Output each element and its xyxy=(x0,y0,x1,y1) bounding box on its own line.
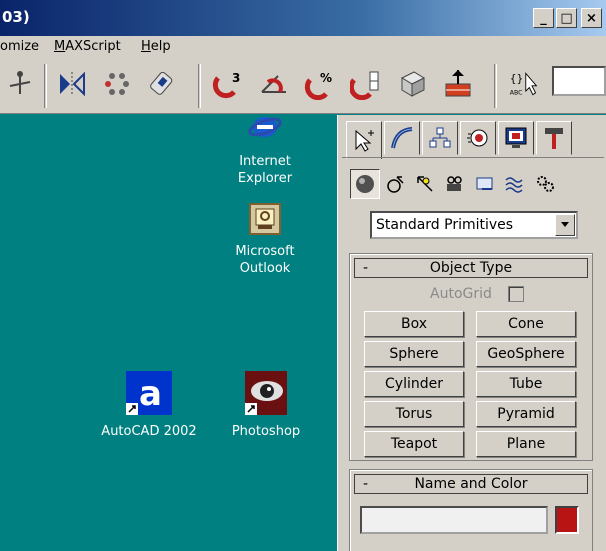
desktop-icon-label: Explorer xyxy=(237,171,293,186)
gears-icon xyxy=(537,176,554,192)
tab-display[interactable] xyxy=(498,121,534,155)
spacewarps-category-button[interactable] xyxy=(500,169,530,199)
display-icon xyxy=(505,127,527,148)
window-title: 03) xyxy=(2,8,30,26)
rollout-title: Object Type xyxy=(429,260,513,276)
name-and-color-rollout: - Name and Color xyxy=(349,469,593,551)
desktop-icon-label: Photoshop xyxy=(231,424,301,439)
snap-3d-icon[interactable]: 3 xyxy=(212,68,244,100)
desktop-icon-autocad[interactable]: a AutoCAD 2002 xyxy=(94,371,204,440)
chevron-down-icon xyxy=(561,222,569,227)
angle-snap-icon[interactable] xyxy=(258,68,290,100)
desktop-icon-label: Internet xyxy=(239,154,291,169)
object-type-header[interactable]: - Object Type xyxy=(354,258,588,278)
align-icon[interactable] xyxy=(146,68,178,100)
torus-button[interactable]: Torus xyxy=(364,401,464,427)
axis-constraint-icon[interactable] xyxy=(4,68,36,100)
light-icon xyxy=(417,176,433,192)
object-color-swatch[interactable] xyxy=(555,506,579,534)
lights-category-button[interactable] xyxy=(410,169,440,199)
internet-explorer-icon xyxy=(248,117,282,137)
cone-button[interactable]: Cone xyxy=(476,311,576,337)
spinner-snap-icon[interactable] xyxy=(350,68,382,100)
motion-icon xyxy=(467,129,488,147)
mirror-selection-icon[interactable] xyxy=(442,68,474,100)
desktop-icon-outlook[interactable]: Microsoft Outlook xyxy=(230,203,300,277)
desktop-icon-label: Outlook xyxy=(239,261,291,276)
autocad-icon: a xyxy=(126,371,172,415)
rollout-title: Name and Color xyxy=(414,476,528,492)
desktop-icon-label: AutoCAD 2002 xyxy=(101,424,197,439)
text-cursor-icon[interactable]: {} ABC xyxy=(508,68,540,100)
desktop-icon-label: Microsoft xyxy=(235,244,295,259)
toolbar-separator xyxy=(44,64,47,108)
cylinder-button[interactable]: Cylinder xyxy=(364,371,464,397)
close-button[interactable]: × xyxy=(581,8,602,28)
named-selection-icon[interactable] xyxy=(396,68,428,100)
spacewarp-icon xyxy=(505,177,523,193)
autogrid-checkbox[interactable] xyxy=(508,286,524,302)
window-controls: _ □ × xyxy=(533,8,602,28)
dropdown-value: Standard Primitives xyxy=(376,217,514,233)
svg-text:%: % xyxy=(320,71,332,85)
object-type-rollout: - Object Type AutoGrid Box Cone Sphere G… xyxy=(349,253,593,461)
helper-icon xyxy=(476,177,493,190)
tab-modify[interactable] xyxy=(384,121,420,155)
shapes-icon xyxy=(387,176,404,193)
toolbar-separator xyxy=(198,64,201,108)
sphere-icon xyxy=(356,175,374,193)
tab-hierarchy[interactable] xyxy=(422,121,458,155)
tube-button[interactable]: Tube xyxy=(476,371,576,397)
command-panel: Standard Primitives - Object Type AutoGr… xyxy=(337,115,606,551)
desktop-icon-internet-explorer[interactable]: Internet Explorer xyxy=(230,115,300,187)
menu-bar: omize MAXScript Help xyxy=(0,36,606,58)
desktop-icon-photoshop[interactable]: Photoshop xyxy=(226,371,306,440)
title-bar: 03) _ □ × xyxy=(0,0,606,36)
command-panel-tabs xyxy=(346,121,574,159)
create-arrow-icon xyxy=(355,129,374,152)
object-category-dropdown[interactable]: Standard Primitives xyxy=(370,211,578,239)
menu-item-customize[interactable]: omize xyxy=(0,39,39,54)
create-category-buttons xyxy=(350,169,560,199)
outlook-icon xyxy=(249,203,281,235)
hammer-icon xyxy=(545,128,563,149)
mirror-icon[interactable] xyxy=(56,68,88,100)
tab-create[interactable] xyxy=(346,121,382,159)
sphere-button[interactable]: Sphere xyxy=(364,341,464,367)
toolbar-named-selection-field[interactable] xyxy=(552,66,606,96)
percent-snap-icon[interactable]: % xyxy=(304,68,336,100)
menu-item-help[interactable]: Help xyxy=(141,39,171,54)
tab-utilities[interactable] xyxy=(536,121,572,155)
toolbar-separator xyxy=(494,64,497,108)
tabs-divider xyxy=(342,157,604,158)
camera-icon xyxy=(447,176,462,191)
minimize-button[interactable]: _ xyxy=(533,8,554,28)
tab-motion[interactable] xyxy=(460,121,496,155)
svg-text:{}: {} xyxy=(510,72,524,85)
autogrid-label: AutoGrid xyxy=(430,286,492,302)
modify-icon xyxy=(391,127,413,149)
svg-text:a: a xyxy=(139,374,162,414)
plane-button[interactable]: Plane xyxy=(476,431,576,457)
box-button[interactable]: Box xyxy=(364,311,464,337)
name-and-color-header[interactable]: - Name and Color xyxy=(354,474,588,494)
helpers-category-button[interactable] xyxy=(470,169,500,199)
pyramid-button[interactable]: Pyramid xyxy=(476,401,576,427)
svg-text:3: 3 xyxy=(232,71,240,85)
menu-item-maxscript[interactable]: MAXScript xyxy=(54,39,121,54)
systems-category-button[interactable] xyxy=(530,169,560,199)
photoshop-icon xyxy=(245,371,287,415)
dropdown-arrow-button[interactable] xyxy=(555,214,575,236)
geometry-category-button[interactable] xyxy=(350,169,380,199)
hierarchy-icon xyxy=(429,127,451,148)
maximize-button[interactable]: □ xyxy=(556,8,577,28)
main-toolbar: 3 % {} ABC xyxy=(0,58,606,114)
object-name-field[interactable] xyxy=(360,506,548,534)
teapot-button[interactable]: Teapot xyxy=(364,431,464,457)
svg-text:ABC: ABC xyxy=(510,90,523,97)
geosphere-button[interactable]: GeoSphere xyxy=(476,341,576,367)
cameras-category-button[interactable] xyxy=(440,169,470,199)
shapes-category-button[interactable] xyxy=(380,169,410,199)
array-icon[interactable] xyxy=(102,68,134,100)
